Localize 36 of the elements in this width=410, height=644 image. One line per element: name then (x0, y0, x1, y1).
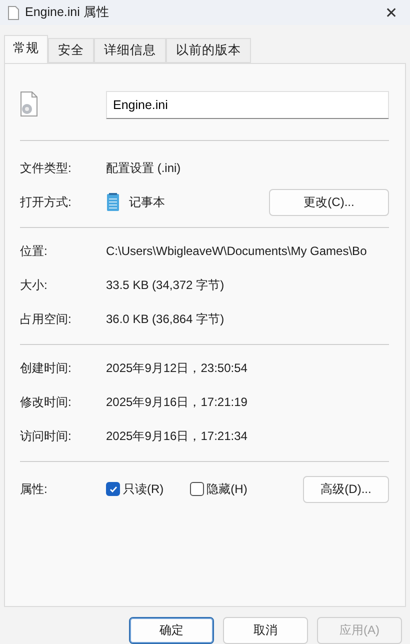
field-value: 36.0 KB (36,864 字节) (106, 310, 224, 328)
tab[interactable]: 以前的版本 (166, 38, 251, 64)
check-icon (108, 484, 118, 494)
field-label: 大小: (20, 276, 48, 294)
tab[interactable]: 详细信息 (94, 38, 166, 64)
close-button[interactable]: ✕ (381, 4, 402, 22)
field-label: 访问时间: (20, 428, 72, 445)
field-label: 文件类型: (20, 160, 72, 177)
checkbox[interactable] (190, 482, 204, 496)
field-label: 创建时间: (20, 360, 72, 377)
checkbox[interactable] (106, 482, 120, 496)
advanced-button[interactable]: 高级(D)... (303, 476, 389, 503)
field-label: 位置: (20, 242, 48, 260)
field-value: 2025年9月16日，17:21:34 (106, 428, 248, 445)
window-title: Engine.ini 属性 (25, 4, 110, 22)
field-value: 记事本 (129, 194, 165, 211)
file-settings-icon (20, 90, 38, 117)
field-label: 打开方式: (20, 194, 72, 211)
checkbox-label: 隐藏(H) (206, 480, 248, 498)
checkbox-label: 只读(R) (123, 480, 164, 498)
dialog-button[interactable]: 取消 (223, 617, 308, 644)
field-label: 修改时间: (20, 394, 72, 411)
field-value: 2025年9月16日，17:21:19 (106, 394, 248, 411)
change-button[interactable]: 更改(C)... (269, 188, 389, 216)
file-name-field[interactable]: Engine.ini (106, 91, 389, 120)
tab[interactable]: 安全 (48, 38, 94, 64)
field-value: 配置设置 (.ini) (106, 160, 181, 177)
notepad-icon (106, 192, 120, 212)
field-label: 属性: (20, 480, 48, 498)
field-value: 33.5 KB (34,372 字节) (106, 276, 224, 294)
field-label: 占用空间: (20, 310, 72, 328)
file-icon (8, 6, 19, 20)
field-value: 2025年9月12日，23:50:54 (106, 360, 248, 377)
tab[interactable]: 常规 (4, 35, 48, 64)
field-value: C:\Users\WbigleaveW\Documents\My Games\Bo (106, 244, 367, 258)
dialog-button[interactable]: 确定 (129, 617, 214, 644)
